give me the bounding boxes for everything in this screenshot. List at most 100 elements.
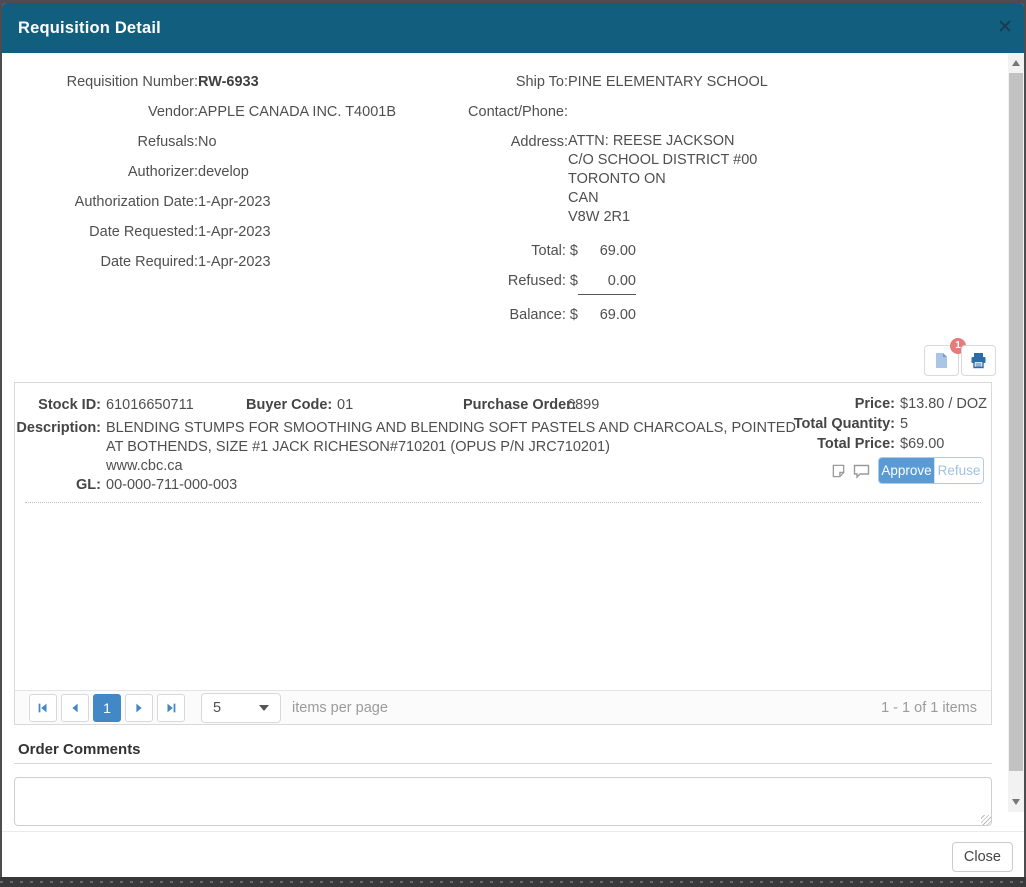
scroll-up-button[interactable] (1008, 55, 1024, 71)
first-page-button[interactable] (29, 694, 57, 722)
item-description-block: Description: BLENDING STUMPS FOR SMOOTHI… (15, 419, 815, 495)
last-page-icon (164, 701, 178, 715)
refuse-button[interactable]: Refuse (934, 458, 983, 483)
authorization-date-label: Authorization Date: (16, 192, 198, 212)
ship-to-value: PINE ELEMENTARY SCHOOL (568, 74, 768, 90)
ship-to-label: Ship To: (382, 72, 568, 92)
item-separator (25, 502, 981, 503)
gl-label: GL: (15, 476, 101, 495)
item-actions: Approve Refuse (831, 457, 984, 484)
address-line-4: CAN (568, 189, 757, 208)
address-line-3: TORONTO ON (568, 170, 757, 189)
order-comments-heading: Order Comments (18, 741, 141, 758)
previous-page-icon (68, 701, 82, 715)
previous-page-button[interactable] (61, 694, 89, 722)
gl-value: 00-000-711-000-003 (106, 476, 802, 495)
stock-id-label: Stock ID: (15, 396, 101, 415)
scroll-down-icon (1012, 799, 1020, 805)
description-website: www.cbc.ca (106, 457, 802, 476)
balance-row: Balance: $69.00 (382, 305, 852, 325)
item-pricing-block: Price: $13.80 / DOZ Total Quantity: 5 To… (785, 395, 990, 455)
background-page-strip (0, 877, 1026, 887)
last-page-button[interactable] (157, 694, 185, 722)
total-row: Total: $69.00 (382, 241, 852, 261)
ship-info-right: Ship To:PINE ELEMENTARY SCHOOL Contact/P… (382, 72, 852, 335)
close-icon[interactable]: ✕ (992, 15, 1018, 41)
scroll-up-icon (1012, 60, 1020, 66)
requisition-detail-modal: Requisition Detail ✕ Requisition Number:… (2, 3, 1024, 877)
item-toolbar: 1 (924, 345, 996, 376)
stock-id-value: 61016650711 (106, 396, 194, 415)
pager-range-label: 1 - 1 of 1 items (881, 700, 977, 716)
refusals-value: No (198, 134, 217, 150)
attachments-button[interactable]: 1 (924, 345, 959, 376)
address-line-5: V8W 2R1 (568, 208, 757, 227)
description-main: BLENDING STUMPS FOR SMOOTHING AND BLENDI… (106, 419, 802, 457)
purchase-order-value: 6899 (567, 396, 599, 415)
address-lines: ATTN: REESE JACKSON C/O SCHOOL DISTRICT … (568, 132, 757, 227)
total-price-label: Total Price: (785, 435, 895, 454)
modal-titlebar: Requisition Detail (2, 3, 1024, 53)
total-price-row: Total Price: $69.00 (785, 435, 990, 454)
requisition-number-label: Requisition Number: (16, 72, 198, 92)
vendor-value: APPLE CANADA INC. T4001B (198, 104, 396, 120)
date-requested-label: Date Requested: (16, 222, 198, 242)
description-label: Description: (15, 419, 101, 476)
total-quantity-value: 5 (900, 415, 908, 434)
buyer-code-value: 01 (337, 396, 353, 415)
price-row: Price: $13.80 / DOZ (785, 395, 990, 414)
address-row: Address: ATTN: REESE JACKSON C/O SCHOOL … (382, 132, 852, 227)
items-per-page-label: items per page (292, 700, 388, 716)
refused-row: Refused: $0.00 (382, 271, 852, 295)
close-button[interactable]: Close (952, 842, 1013, 872)
print-button[interactable] (961, 345, 996, 376)
line-items-panel: Stock ID: 61016650711 Buyer Code: 01 Pur… (14, 382, 992, 725)
next-page-icon (132, 701, 146, 715)
total-price-value: $69.00 (900, 435, 944, 454)
date-requested-value: 1-Apr-2023 (198, 224, 271, 240)
authorization-date-value: 1-Apr-2023 (198, 194, 271, 210)
textarea-resize-grip[interactable] (981, 815, 991, 825)
next-page-button[interactable] (125, 694, 153, 722)
scrollbar-thumb[interactable] (1009, 73, 1023, 771)
chevron-down-icon (259, 705, 269, 711)
total-quantity-label: Total Quantity: (785, 415, 895, 434)
balance-label: Balance: $ (382, 305, 578, 325)
approve-button[interactable]: Approve (879, 458, 934, 483)
requisition-number-value: RW-6933 (198, 74, 259, 90)
authorizer-value: develop (198, 164, 249, 180)
approve-refuse-group: Approve Refuse (878, 457, 984, 484)
document-icon (933, 352, 950, 369)
vendor-label: Vendor: (16, 102, 198, 122)
authorizer-label: Authorizer: (16, 162, 198, 182)
totals-block: Total: $69.00 Refused: $0.00 Balance: $6… (382, 241, 852, 325)
address-line-1: ATTN: REESE JACKSON (568, 132, 757, 151)
printer-icon (970, 352, 987, 369)
modal-title: Requisition Detail (18, 19, 161, 38)
contact-phone-label: Contact/Phone: (382, 102, 568, 122)
first-page-icon (36, 701, 50, 715)
modal-footer: Close (2, 831, 1024, 877)
scroll-down-button[interactable] (1008, 794, 1024, 810)
price-value: $13.80 / DOZ (900, 395, 987, 414)
refused-label: Refused: $ (382, 271, 578, 291)
refused-amount: 0.00 (578, 271, 636, 295)
address-line-2: C/O SCHOOL DISTRICT #00 (568, 151, 757, 170)
total-amount: 69.00 (578, 241, 636, 261)
description-row: Description: BLENDING STUMPS FOR SMOOTHI… (15, 419, 815, 476)
price-label: Price: (785, 395, 895, 414)
note-icon[interactable] (831, 462, 848, 479)
order-comments-textarea[interactable] (14, 777, 992, 826)
order-comments-divider (14, 763, 992, 764)
date-required-value: 1-Apr-2023 (198, 254, 271, 270)
ship-to-row: Ship To:PINE ELEMENTARY SCHOOL (382, 72, 852, 92)
refusals-label: Refusals: (16, 132, 198, 152)
page-1-button[interactable]: 1 (93, 694, 121, 722)
total-label: Total: $ (382, 241, 578, 261)
page-size-value: 5 (213, 700, 221, 716)
page-size-select[interactable]: 5 (201, 693, 281, 723)
vertical-scrollbar[interactable] (1008, 53, 1024, 812)
pager: 1 5 items per page 1 - 1 of 1 items (15, 690, 991, 724)
description-text: BLENDING STUMPS FOR SMOOTHING AND BLENDI… (106, 419, 802, 476)
comment-bubble-icon[interactable] (853, 462, 870, 479)
